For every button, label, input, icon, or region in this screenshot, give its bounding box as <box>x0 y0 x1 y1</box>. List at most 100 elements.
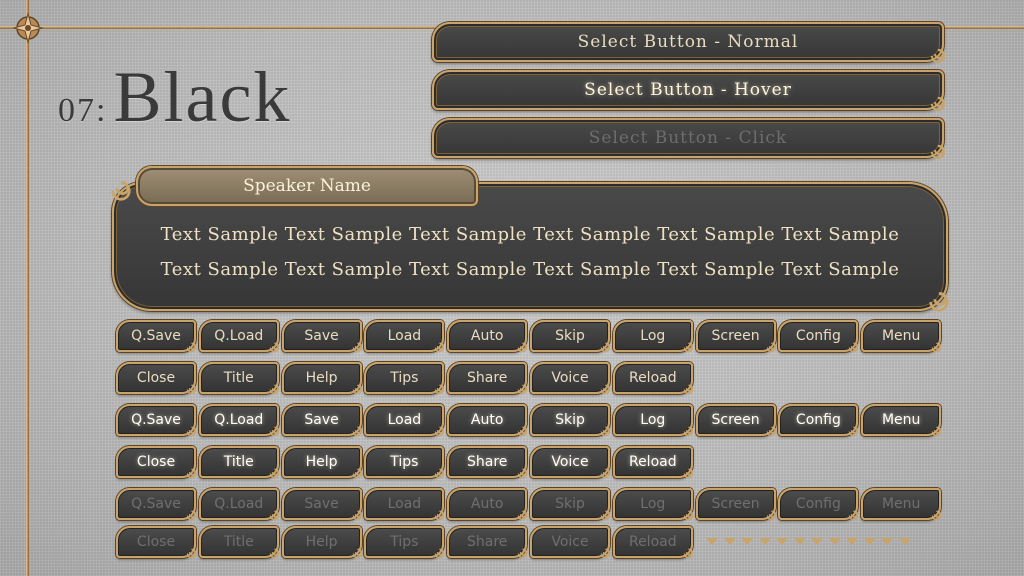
swirl-ornament-icon <box>849 342 859 353</box>
button-label: Menu <box>881 412 921 428</box>
log-button[interactable]: Log <box>612 404 694 437</box>
load-button[interactable]: Load <box>364 488 445 521</box>
message-line-1: Text Sample Text Sample Text Sample Text… <box>160 224 900 245</box>
button-label: Auto <box>470 328 504 344</box>
tips-button[interactable]: Tips <box>364 446 445 479</box>
screen-button[interactable]: Screen <box>695 320 776 353</box>
swirl-ornament-icon <box>435 384 445 395</box>
indicator-triangle-icon <box>881 538 893 545</box>
indicator-triangle-icon <box>811 538 823 545</box>
menu-button[interactable]: Menu <box>861 488 942 521</box>
swirl-ornament-icon <box>517 384 528 395</box>
select-button-hover[interactable]: Select Button - Hover <box>432 70 945 111</box>
auto-button[interactable]: Auto <box>447 404 528 437</box>
reload-button[interactable]: Reload <box>612 446 694 479</box>
close-button[interactable]: Close <box>116 446 197 479</box>
reload-button[interactable]: Reload <box>612 526 694 559</box>
button-label: Load <box>387 328 422 344</box>
menu-button[interactable]: Menu <box>861 404 942 437</box>
config-button[interactable]: Config <box>778 404 859 437</box>
share-button[interactable]: Share <box>447 526 528 559</box>
button-label: Menu <box>881 496 921 512</box>
share-button[interactable]: Share <box>447 446 528 479</box>
tips-button[interactable]: Tips <box>364 526 445 559</box>
skip-button[interactable]: Skip <box>530 488 611 521</box>
title-word: Black <box>113 57 292 137</box>
button-label: Q.Save <box>131 412 181 428</box>
corner-ornament-icon <box>12 12 44 44</box>
skip-button[interactable]: Skip <box>530 404 611 437</box>
button-label: Save <box>304 328 339 344</box>
close-button[interactable]: Close <box>116 526 197 559</box>
button-label: Tips <box>390 454 419 470</box>
help-button[interactable]: Help <box>281 362 362 395</box>
swirl-ornament-icon <box>435 468 445 479</box>
button-label: Q.Save <box>131 328 181 344</box>
load-button[interactable]: Load <box>364 404 445 437</box>
qsave-button[interactable]: Q.Save <box>116 488 197 521</box>
button-label: Voice <box>551 370 589 386</box>
close-button[interactable]: Close <box>116 362 197 395</box>
indicator-triangle-icon <box>776 538 788 545</box>
config-button[interactable]: Config <box>778 488 859 521</box>
log-button[interactable]: Log <box>612 488 694 521</box>
button-label: Reload <box>628 370 677 386</box>
indicator-triangle-icon <box>828 538 841 545</box>
qsave-button[interactable]: Q.Save <box>116 404 197 437</box>
swirl-ornament-icon <box>186 342 197 353</box>
screen-button[interactable]: Screen <box>695 404 776 437</box>
select-button-label: Select Button - Hover <box>584 80 792 100</box>
button-label: Menu <box>881 328 921 344</box>
button-label: Skip <box>555 496 585 512</box>
swirl-ornament-icon <box>929 292 949 312</box>
indicator-triangle-icon <box>863 538 876 545</box>
select-button-normal[interactable]: Select Button - Normal <box>432 22 945 63</box>
button-label: Q.Load <box>214 496 264 512</box>
swirl-ornament-icon <box>600 510 611 521</box>
voice-button[interactable]: Voice <box>530 362 611 395</box>
swirl-ornament-icon <box>931 144 945 159</box>
tips-button[interactable]: Tips <box>364 362 445 395</box>
save-button[interactable]: Save <box>281 320 362 353</box>
load-button[interactable]: Load <box>364 320 445 353</box>
qload-button[interactable]: Q.Load <box>198 488 280 521</box>
swirl-ornament-icon <box>186 510 197 521</box>
qload-button[interactable]: Q.Load <box>198 404 280 437</box>
qload-button[interactable]: Q.Load <box>198 320 280 353</box>
title-button[interactable]: Title <box>198 526 280 559</box>
voice-button[interactable]: Voice <box>530 526 611 559</box>
skip-button[interactable]: Skip <box>530 320 611 353</box>
title-button[interactable]: Title <box>198 446 280 479</box>
log-button[interactable]: Log <box>612 320 694 353</box>
help-button[interactable]: Help <box>281 446 362 479</box>
help-button[interactable]: Help <box>281 526 362 559</box>
swirl-ornament-icon <box>766 510 776 521</box>
button-label: Q.Load <box>214 412 264 428</box>
swirl-ornament-icon <box>269 548 280 559</box>
menu-button[interactable]: Menu <box>861 320 942 353</box>
voice-button[interactable]: Voice <box>530 446 611 479</box>
auto-button[interactable]: Auto <box>447 320 528 353</box>
qsave-button[interactable]: Q.Save <box>116 320 197 353</box>
swirl-ornament-icon <box>931 96 945 111</box>
button-label: Title <box>223 534 254 550</box>
swirl-ornament-icon <box>186 468 197 479</box>
screen-button[interactable]: Screen <box>695 488 776 521</box>
speaker-name-plate: Speaker Name <box>136 166 478 206</box>
reload-button[interactable]: Reload <box>612 362 694 395</box>
config-button[interactable]: Config <box>778 320 859 353</box>
save-button[interactable]: Save <box>281 404 362 437</box>
save-button[interactable]: Save <box>281 488 362 521</box>
swirl-ornament-icon <box>269 384 280 395</box>
button-label: Reload <box>628 534 677 550</box>
button-label: Close <box>136 370 176 386</box>
button-label: Config <box>795 496 841 512</box>
title-button[interactable]: Title <box>198 362 280 395</box>
share-button[interactable]: Share <box>447 362 528 395</box>
auto-button[interactable]: Auto <box>447 488 528 521</box>
swirl-ornament-icon <box>931 426 942 437</box>
swirl-ornament-icon <box>683 548 694 559</box>
button-label: Title <box>223 454 254 470</box>
button-label: Log <box>640 412 666 428</box>
select-button-click[interactable]: Select Button - Click <box>432 118 945 159</box>
